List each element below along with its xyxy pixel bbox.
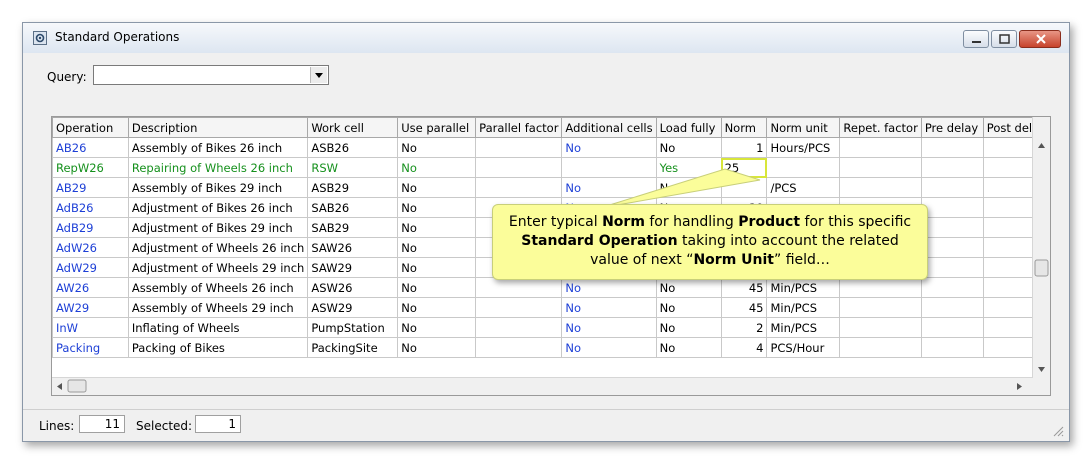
help-callout: Enter typical Norm for handling Product … <box>492 204 928 280</box>
callout-line-1: Enter typical Norm for handling Product … <box>508 214 912 230</box>
callout-line-2: Standard Operation taking into account t… <box>521 233 899 249</box>
callout-line-3: value of next “Norm Unit” field… <box>590 252 830 268</box>
